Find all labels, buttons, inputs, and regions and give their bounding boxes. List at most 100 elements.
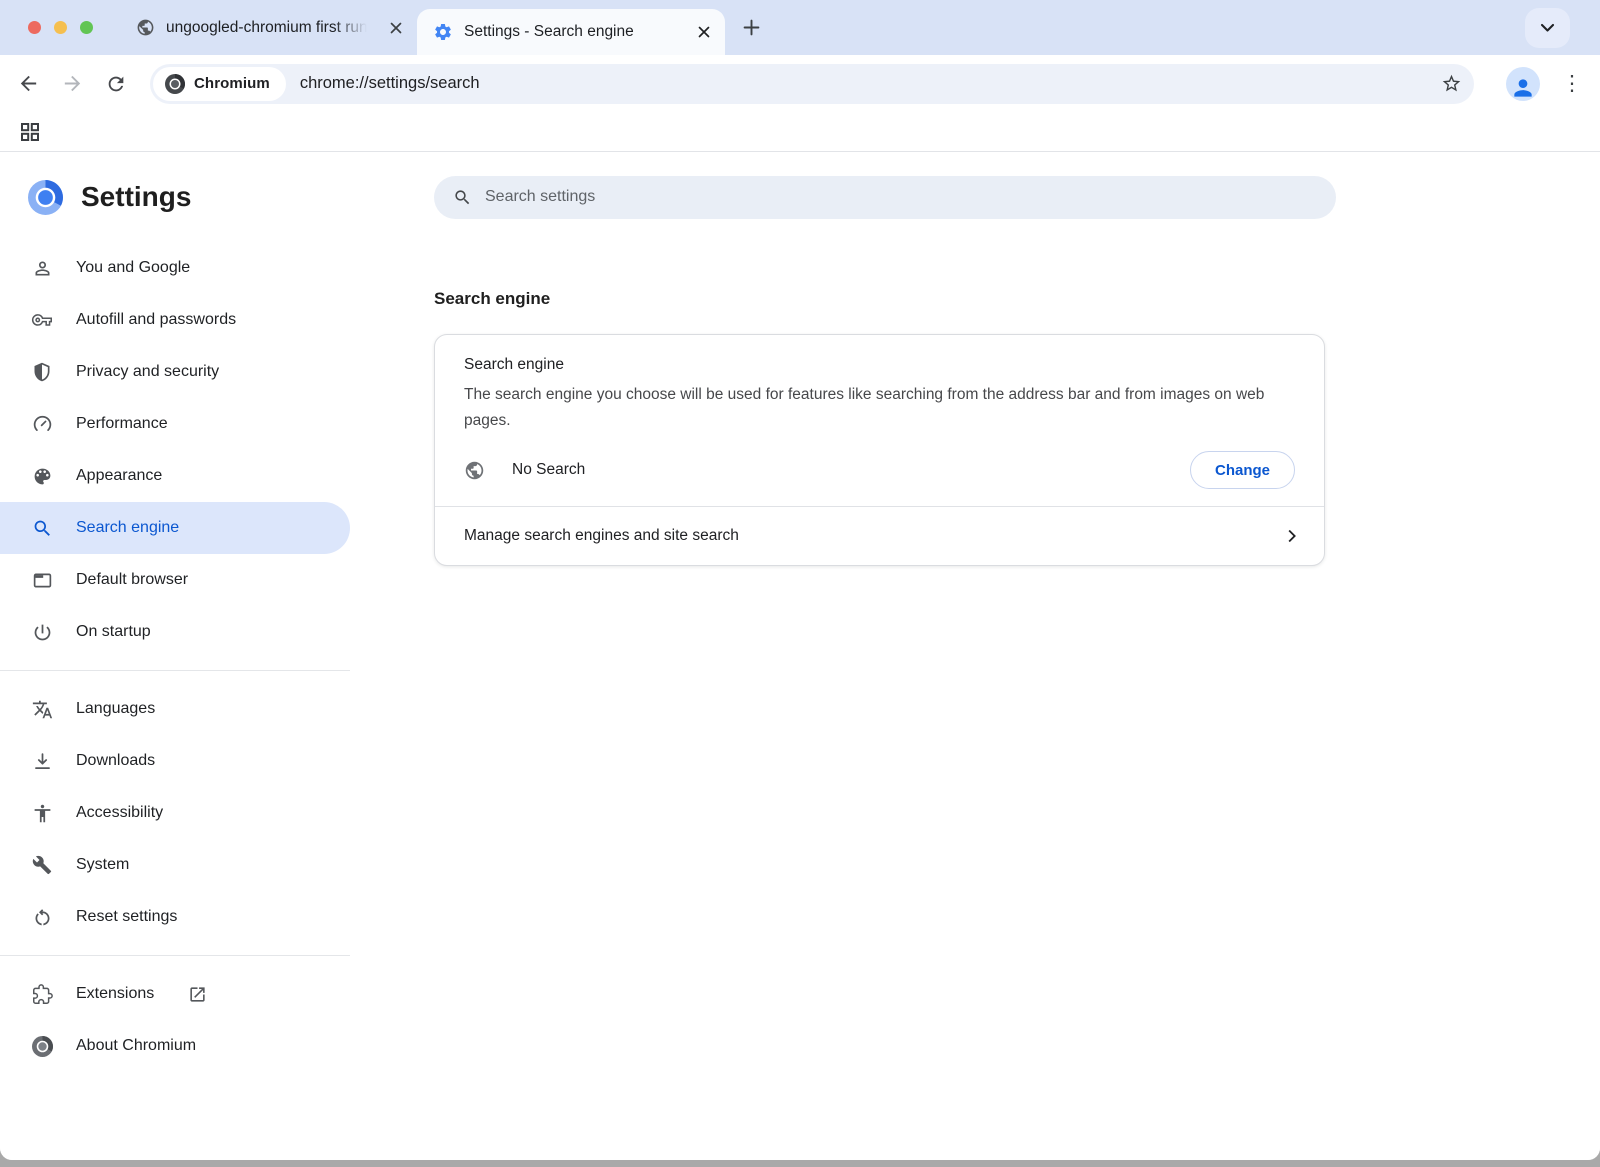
tab-close-icon[interactable]: [382, 14, 409, 41]
power-icon: [30, 620, 54, 644]
settings-search-input[interactable]: [485, 188, 1317, 206]
settings-gear-favicon-icon: [433, 22, 453, 42]
forward-arrow-icon: [61, 72, 84, 95]
change-engine-button[interactable]: Change: [1190, 451, 1295, 489]
sidebar-nav: You and Google Autofill and passwords Pr…: [0, 242, 350, 1072]
puzzle-piece-icon: [30, 982, 54, 1006]
chevron-down-icon: [1540, 23, 1555, 33]
manage-row-label: Manage search engines and site search: [464, 527, 739, 545]
window-zoom-button[interactable]: [80, 21, 93, 34]
translate-icon: [30, 697, 54, 721]
kebab-icon: ⋮: [1562, 71, 1583, 96]
site-info-chip[interactable]: Chromium: [153, 67, 286, 101]
sidebar-item-label: Performance: [76, 415, 168, 433]
address-bar[interactable]: Chromium: [150, 64, 1474, 104]
url-input[interactable]: [300, 74, 1434, 93]
star-icon: [1441, 73, 1462, 94]
sidebar-item-label: Appearance: [76, 467, 162, 485]
accessibility-icon: [30, 801, 54, 825]
sidebar-item-label: Search engine: [76, 519, 179, 537]
download-icon: [30, 749, 54, 773]
plus-icon: [743, 19, 760, 36]
sidebar-item-label: System: [76, 856, 129, 874]
window-controls: [0, 21, 119, 34]
globe-favicon-icon: [135, 18, 155, 38]
current-engine-name: No Search: [512, 461, 585, 479]
person-icon: [30, 256, 54, 280]
back-arrow-icon: [17, 72, 40, 95]
profile-avatar[interactable]: [1506, 67, 1540, 101]
tab-title: ungoogled-chromium first run: [166, 19, 371, 37]
shield-icon: [30, 360, 54, 384]
settings-search-box[interactable]: [434, 176, 1336, 219]
bookmarks-bar: [0, 112, 1600, 152]
browser-window-icon: [30, 568, 54, 592]
sidebar-item-appearance[interactable]: Appearance: [0, 450, 350, 502]
tab-search-button[interactable]: [1525, 8, 1570, 48]
sidebar-item-languages[interactable]: Languages: [0, 683, 350, 735]
site-chip-label: Chromium: [194, 75, 270, 92]
apps-grid-icon: [19, 121, 41, 143]
sidebar-item-label: Reset settings: [76, 908, 177, 926]
chromium-logo-gray-icon: [165, 74, 185, 94]
sidebar-item-system[interactable]: System: [0, 839, 350, 891]
tab-strip: ungoogled-chromium first run Settings - …: [0, 0, 1600, 55]
card-title: Search engine: [464, 356, 1295, 374]
sidebar-item-autofill[interactable]: Autofill and passwords: [0, 294, 350, 346]
speedometer-icon: [30, 412, 54, 436]
apps-shortcut-button[interactable]: [16, 118, 44, 146]
sidebar-item-downloads[interactable]: Downloads: [0, 735, 350, 787]
chromium-logo-icon: [28, 180, 63, 215]
current-engine-row: No Search Change: [464, 451, 1295, 506]
palette-icon: [30, 464, 54, 488]
settings-main: Search engine Search engine The search e…: [350, 152, 1600, 1160]
sidebar-item-default-browser[interactable]: Default browser: [0, 554, 350, 606]
tab-settings[interactable]: Settings - Search engine: [417, 9, 725, 55]
card-description: The search engine you choose will be use…: [464, 382, 1276, 434]
wrench-icon: [30, 853, 54, 877]
key-icon: [30, 308, 54, 332]
sidebar-item-reset-settings[interactable]: Reset settings: [0, 891, 350, 943]
manage-search-engines-row[interactable]: Manage search engines and site search: [435, 506, 1324, 565]
sidebar-item-label: Extensions: [76, 985, 154, 1003]
section-title: Search engine: [434, 289, 1600, 309]
sidebar-item-extensions[interactable]: Extensions: [0, 968, 350, 1020]
sidebar-divider: [0, 955, 350, 956]
search-icon: [30, 516, 54, 540]
window-minimize-button[interactable]: [54, 21, 67, 34]
new-tab-button[interactable]: [733, 10, 769, 46]
chromium-logo-gray-icon: [30, 1034, 54, 1058]
settings-header: Settings: [0, 152, 350, 242]
sidebar-item-label: Languages: [76, 700, 155, 718]
search-engine-card: Search engine The search engine you choo…: [434, 334, 1325, 566]
window-close-button[interactable]: [28, 21, 41, 34]
sidebar-item-search-engine[interactable]: Search engine: [0, 502, 350, 554]
sidebar-item-label: You and Google: [76, 259, 190, 277]
sidebar-item-on-startup[interactable]: On startup: [0, 606, 350, 658]
tab-close-icon[interactable]: [690, 19, 717, 46]
sidebar-item-privacy[interactable]: Privacy and security: [0, 346, 350, 398]
search-icon: [453, 188, 472, 207]
sidebar-item-about[interactable]: About Chromium: [0, 1020, 350, 1072]
sidebar-item-accessibility[interactable]: Accessibility: [0, 787, 350, 839]
sidebar-item-you-and-google[interactable]: You and Google: [0, 242, 350, 294]
external-link-icon: [188, 985, 207, 1004]
back-button[interactable]: [6, 62, 50, 106]
browser-window: ungoogled-chromium first run Settings - …: [0, 0, 1600, 1160]
sidebar-divider: [0, 670, 350, 671]
bookmark-button[interactable]: [1434, 67, 1468, 101]
reload-button[interactable]: [94, 62, 138, 106]
forward-button[interactable]: [50, 62, 94, 106]
tab-first-run[interactable]: ungoogled-chromium first run: [119, 0, 417, 55]
reload-icon: [105, 73, 127, 95]
person-avatar-icon: [1510, 75, 1536, 101]
toolbar: Chromium ⋮: [0, 55, 1600, 112]
browser-menu-button[interactable]: ⋮: [1552, 64, 1592, 104]
sidebar-item-performance[interactable]: Performance: [0, 398, 350, 450]
page-title: Settings: [81, 181, 191, 213]
chevron-right-icon: [1280, 525, 1302, 547]
settings-page: Settings You and Google Autofill and pas…: [0, 152, 1600, 1160]
sidebar-item-label: Downloads: [76, 752, 155, 770]
settings-sidebar: Settings You and Google Autofill and pas…: [0, 152, 350, 1160]
card-body: Search engine The search engine you choo…: [435, 335, 1324, 506]
